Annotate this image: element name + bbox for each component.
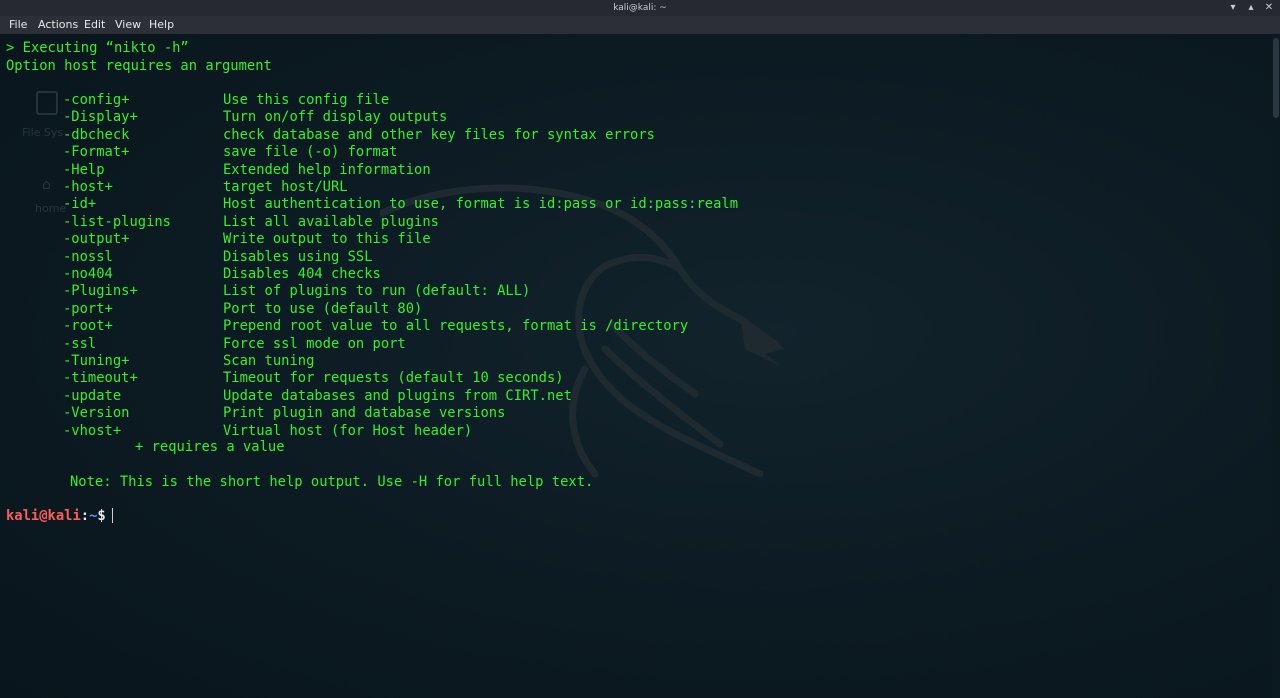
shell-prompt[interactable]: kali@kali:~$	[6, 508, 113, 525]
requires-value-note: + requires a value	[135, 439, 285, 455]
option-flag: -Help	[63, 161, 105, 178]
option-flag: -timeout+	[63, 370, 138, 387]
option-flag: -port+	[63, 300, 113, 317]
option-description: Port to use (default 80)	[223, 300, 423, 317]
prompt-user-host: kali@kali	[6, 508, 81, 524]
menu-actions[interactable]: Actions	[37, 16, 79, 34]
maximize-icon[interactable]: ▴	[1245, 2, 1257, 14]
option-description: Prepend root value to all requests, form…	[223, 318, 689, 335]
option-description: save file (-o) format	[223, 144, 398, 161]
option-description: Write output to this file	[223, 231, 431, 248]
terminal-window: kali@kali: ~ ▾ ▴ ✕ File Actions Edit Vie…	[0, 0, 1280, 698]
minimize-icon[interactable]: ▾	[1227, 2, 1239, 14]
option-row: -ssl Force ssl mode on port	[0, 336, 1000, 353]
title-bar[interactable]: kali@kali: ~ ▾ ▴ ✕	[0, 0, 1280, 16]
option-flag: -Display+	[63, 109, 138, 126]
option-flag: -no404	[63, 266, 113, 282]
option-description: target host/URL	[223, 179, 348, 195]
option-flag: -Tuning+	[63, 353, 130, 369]
option-row: -no404 Disables 404 checks	[0, 266, 1000, 283]
option-flag: -root+	[63, 318, 113, 335]
option-flag: -output+	[63, 231, 130, 248]
terminal-output-area[interactable]: File Sys ⌂ home > Executing “nikto -h” O…	[0, 34, 1280, 698]
option-flag: -config+	[63, 92, 130, 108]
option-flag: -list-plugins	[63, 213, 171, 230]
option-description: List all available plugins	[223, 213, 439, 230]
option-flag: -nossl	[63, 248, 113, 265]
option-description: Virtual host (for Host header)	[223, 422, 473, 439]
prompt-symbol: $	[97, 508, 106, 524]
close-icon[interactable]: ✕	[1263, 2, 1275, 14]
option-description: Disables using SSL	[223, 248, 373, 265]
option-description: Disables 404 checks	[223, 266, 381, 282]
option-row: -update Update databases and plugins from…	[0, 388, 1000, 405]
option-row: -Format+ save file (-o) format	[0, 144, 1000, 161]
option-flag: -update	[63, 387, 122, 404]
option-flag: -Plugins+	[63, 283, 138, 300]
option-row: -output+ Write output to this file	[0, 231, 1000, 248]
option-description: Host authentication to use, format is id…	[223, 196, 738, 213]
scrollbar[interactable]	[1272, 34, 1280, 698]
option-row: -Display+ Turn on/off display outputs	[0, 109, 1000, 126]
option-flag: -Version	[63, 405, 130, 422]
option-row: -vhost+ Virtual host (for Host header)	[0, 423, 1000, 440]
executing-line: > Executing “nikto -h”	[6, 40, 189, 56]
option-description: Use this config file	[223, 92, 390, 108]
option-row: -root+ Prepend root value to all requests…	[0, 318, 1000, 335]
scrollbar-thumb[interactable]	[1273, 38, 1279, 118]
option-row: -nossl Disables using SSL	[0, 249, 1000, 266]
option-description: check database and other key files for s…	[223, 126, 655, 143]
option-row: -timeout+ Timeout for requests (default 1…	[0, 370, 1000, 387]
option-description: Print plugin and database versions	[223, 405, 506, 422]
option-flag: -vhost+	[63, 422, 122, 439]
option-flag: -Format+	[63, 144, 130, 161]
option-row: -Tuning+ Scan tuning	[0, 353, 1000, 370]
option-row: -host+ target host/URL	[0, 179, 1000, 196]
option-description: List of plugins to run (default: ALL)	[223, 283, 531, 300]
option-row: -list-plugins List all available plugins	[0, 214, 1000, 231]
option-description: Extended help information	[223, 161, 431, 178]
option-row: -port+ Port to use (default 80)	[0, 301, 1000, 318]
option-row: -Version Print plugin and database versio…	[0, 405, 1000, 422]
option-row: -config+ Use this config file	[0, 92, 1000, 109]
option-flag: -host+	[63, 179, 113, 195]
text-cursor	[111, 508, 113, 523]
menu-view[interactable]: View	[114, 16, 142, 34]
option-description: Update databases and plugins from CIRT.n…	[223, 387, 572, 404]
option-row: -Plugins+ List of plugins to run (default…	[0, 283, 1000, 300]
menu-bar: File Actions Edit View Help	[0, 16, 1280, 34]
menu-help[interactable]: Help	[148, 16, 175, 34]
option-row: -Help Extended help information	[0, 162, 1000, 179]
menu-file[interactable]: File	[8, 16, 28, 34]
prompt-separator: :	[80, 508, 90, 524]
window-title: kali@kali: ~	[613, 3, 667, 13]
option-description: Timeout for requests (default 10 seconds…	[223, 370, 564, 387]
option-description: Turn on/off display outputs	[223, 109, 448, 126]
option-flag: -ssl	[63, 335, 97, 352]
option-row: -dbcheck check database and other key fil…	[0, 127, 1000, 144]
option-flag: -id+	[63, 196, 97, 213]
option-row: -id+ Host authentication to use, format i…	[0, 196, 1000, 213]
menu-edit[interactable]: Edit	[83, 16, 106, 34]
error-line: Option host requires an argument	[6, 58, 272, 74]
option-description: Force ssl mode on port	[223, 335, 406, 352]
option-flag: -dbcheck	[63, 126, 130, 143]
short-help-note: Note: This is the short help output. Use…	[70, 474, 594, 490]
option-description: Scan tuning	[223, 353, 315, 369]
